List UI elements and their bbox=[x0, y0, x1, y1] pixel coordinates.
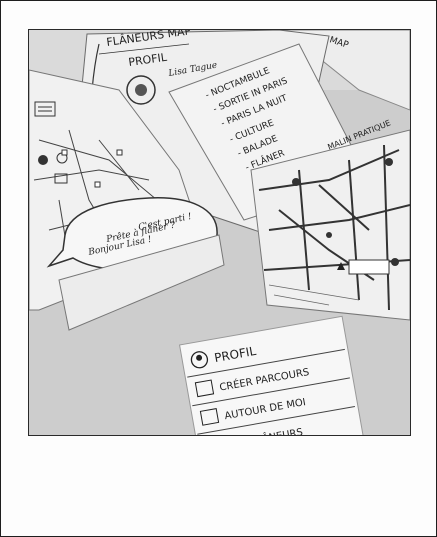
poi-marker-icon bbox=[326, 232, 332, 238]
avatar-icon bbox=[135, 84, 147, 96]
polaroid-frame: MAP FLÂNEURS MAP PROFIL Lisa Tague Bonjo… bbox=[0, 0, 437, 537]
map-callout-box bbox=[348, 259, 390, 275]
map-pin-icon bbox=[38, 155, 48, 165]
poi-marker-icon bbox=[292, 178, 300, 186]
poi-marker-icon bbox=[391, 258, 399, 266]
poi-marker-icon bbox=[385, 158, 393, 166]
photo-scene: MAP FLÂNEURS MAP PROFIL Lisa Tague Bonjo… bbox=[29, 30, 410, 435]
photo: MAP FLÂNEURS MAP PROFIL Lisa Tague Bonjo… bbox=[29, 30, 410, 435]
